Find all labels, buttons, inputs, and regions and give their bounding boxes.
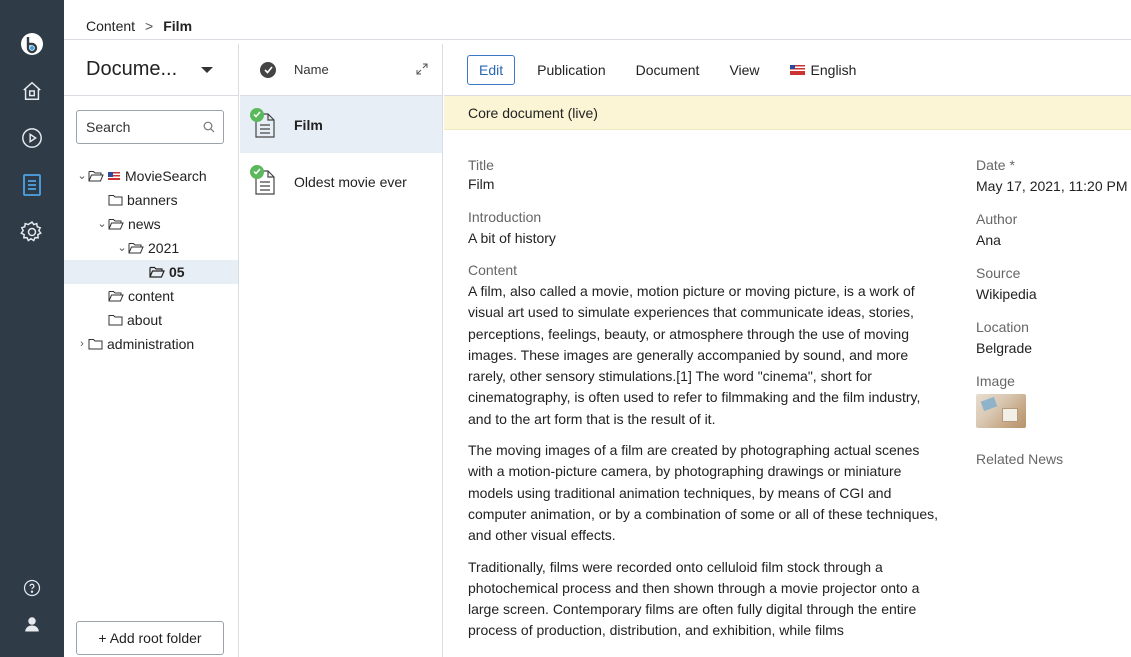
date-value[interactable]: May 17, 2021, 11:20 PM — [976, 176, 1131, 196]
tab-publication[interactable]: Publication — [537, 62, 606, 78]
folder-open-icon — [128, 242, 144, 254]
breadcrumb-root[interactable]: Content — [86, 18, 135, 34]
app-logo-icon[interactable] — [18, 30, 46, 58]
title-value[interactable]: Film — [468, 174, 944, 194]
tree-item-label: news — [128, 216, 161, 232]
tree-item-content[interactable]: content — [64, 284, 238, 308]
published-check-icon — [250, 107, 264, 122]
location-value[interactable]: Belgrade — [976, 338, 1131, 358]
location-label: Location — [976, 319, 1029, 335]
space-selector-label: Docume... — [86, 58, 178, 80]
play-icon[interactable] — [18, 124, 46, 152]
home-icon[interactable] — [18, 77, 46, 105]
introduction-label: Introduction — [468, 209, 542, 225]
tree-item-label: content — [128, 288, 174, 304]
chevron-right-icon[interactable]: › — [76, 332, 88, 356]
content-label: Content — [468, 262, 518, 278]
document-fields: Title Film Introduction A bit of history… — [468, 156, 944, 652]
document-name: Oldest movie ever — [294, 173, 407, 190]
tree-item-banners[interactable]: banners — [64, 188, 238, 212]
us-flag-icon — [789, 64, 805, 75]
title-label: Title — [468, 157, 494, 173]
document-icon — [250, 164, 280, 197]
tree-item-about[interactable]: about — [64, 308, 238, 332]
source-label: Source — [976, 265, 1021, 281]
content-paragraph[interactable]: A film, also called a movie, motion pict… — [468, 281, 944, 430]
tree-search-input[interactable]: Search — [76, 110, 224, 144]
tree-item-2021[interactable]: ⌄ 2021 — [64, 236, 238, 260]
source-value[interactable]: Wikipedia — [976, 284, 1131, 304]
introduction-value[interactable]: A bit of history — [468, 228, 944, 248]
tree-item-moviesearch[interactable]: ⌄ MovieSearch — [64, 164, 238, 188]
tree-item-label: MovieSearch — [125, 168, 207, 184]
search-placeholder: Search — [86, 119, 131, 135]
related-news-label: Related News — [976, 451, 1064, 467]
folder-tree: ⌄ MovieSearch banners ⌄ news ⌄ 2021 05 c… — [64, 164, 238, 356]
tree-item-administration[interactable]: › administration — [64, 332, 238, 356]
date-label: Date * — [976, 157, 1015, 173]
tree-item-label: 2021 — [148, 240, 180, 256]
editor-tabs: Edit Publication Document View English — [444, 44, 1131, 96]
search-icon — [203, 121, 215, 133]
list-header: Name — [240, 44, 442, 96]
language-selector[interactable]: English — [789, 61, 857, 78]
expand-icon[interactable] — [416, 63, 428, 78]
breadcrumb-current: Film — [163, 18, 193, 34]
tab-document[interactable]: Document — [636, 62, 700, 78]
folder-open-icon — [108, 218, 124, 230]
metadata-fields: Date * May 17, 2021, 11:20 PM Author Ana… — [976, 156, 1131, 470]
tree-item-label: administration — [107, 336, 195, 352]
author-label: Author — [976, 211, 1018, 227]
chevron-down-icon[interactable]: ⌄ — [76, 164, 88, 188]
chevron-down-icon[interactable]: ⌄ — [116, 236, 128, 260]
documents-icon[interactable] — [18, 171, 46, 199]
chevron-down-icon[interactable]: ⌄ — [96, 212, 108, 236]
folder-tree-panel: Docume... Search ⌄ MovieSearch banners ⌄… — [64, 44, 239, 657]
nav-rail — [0, 0, 64, 657]
settings-icon[interactable] — [18, 218, 46, 246]
name-column-header[interactable]: Name — [294, 62, 329, 77]
folder-open-icon — [108, 290, 124, 302]
breadcrumb-separator: > — [145, 18, 154, 34]
published-check-icon — [250, 164, 264, 179]
tree-item-05[interactable]: 05 — [64, 260, 238, 284]
status-banner: Core document (live) — [444, 96, 1131, 130]
content-paragraph[interactable]: Traditionally, films were recorded onto … — [468, 557, 944, 642]
us-flag-icon — [108, 172, 120, 180]
document-list-panel: Name Film Oldest movie ever — [240, 44, 443, 657]
folder-icon — [108, 194, 123, 206]
document-editor: Edit Publication Document View English C… — [444, 44, 1131, 657]
folder-open-icon — [88, 170, 104, 182]
author-value[interactable]: Ana — [976, 230, 1131, 250]
breadcrumb: Content > Film — [64, 12, 1131, 40]
tab-edit[interactable]: Edit — [467, 54, 516, 85]
tree-item-label: 05 — [169, 264, 185, 280]
folder-icon — [108, 314, 123, 326]
image-label: Image — [976, 373, 1015, 389]
document-item-oldest-movie[interactable]: Oldest movie ever — [240, 153, 442, 210]
folder-icon — [88, 338, 103, 350]
document-item-film[interactable]: Film — [240, 96, 442, 153]
user-icon[interactable] — [18, 610, 46, 638]
tree-item-news[interactable]: ⌄ news — [64, 212, 238, 236]
select-all-checkbox[interactable] — [260, 61, 276, 78]
tab-view[interactable]: View — [729, 62, 759, 78]
tree-item-label: about — [127, 312, 163, 328]
tree-item-label: banners — [127, 192, 178, 208]
document-icon — [250, 107, 280, 140]
add-root-folder-button[interactable]: + Add root folder — [76, 621, 224, 655]
space-selector[interactable]: Docume... — [64, 44, 238, 96]
folder-open-icon — [149, 266, 165, 278]
help-icon[interactable] — [18, 574, 46, 602]
content-paragraph[interactable]: The moving images of a film are created … — [468, 440, 944, 546]
caret-down-icon — [201, 66, 214, 73]
image-thumbnail[interactable] — [976, 394, 1026, 428]
language-label: English — [810, 61, 857, 78]
document-name: Film — [294, 116, 323, 133]
